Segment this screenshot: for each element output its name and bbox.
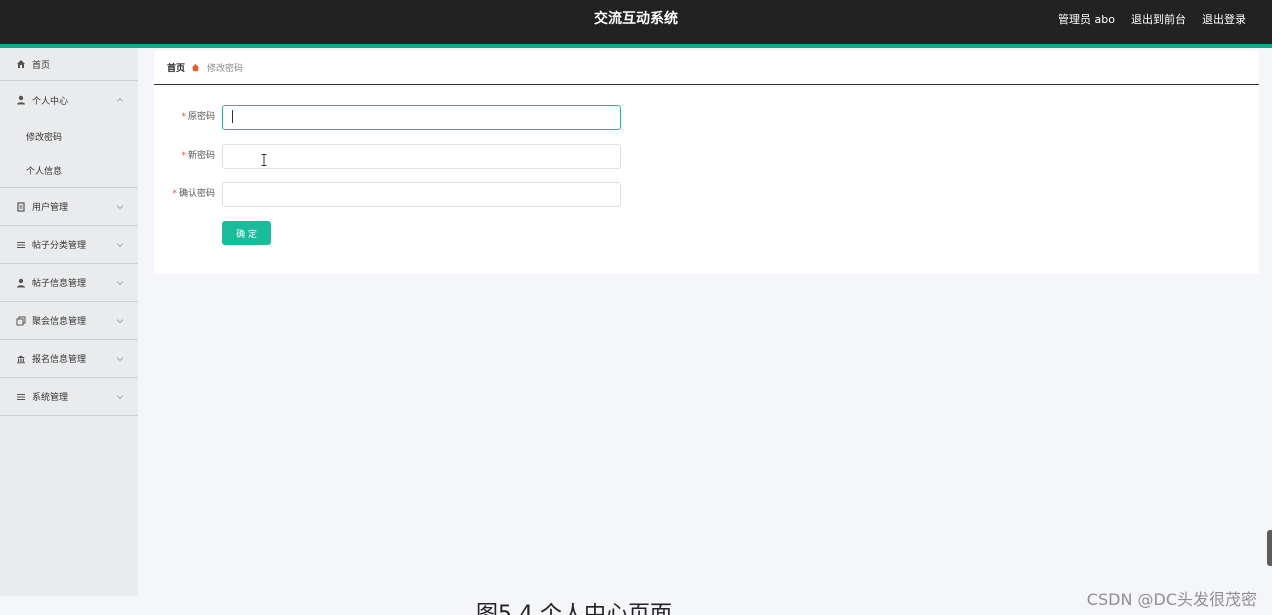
text-caret xyxy=(232,110,233,123)
home-icon xyxy=(15,58,27,70)
sidebar-subitem-change-password[interactable]: 修改密码 xyxy=(0,119,138,153)
sidebar-item-system-mgmt[interactable]: 系统管理 xyxy=(0,378,138,416)
sidebar-item-home[interactable]: 首页 xyxy=(0,48,138,81)
sidebar: 首页 个人中心 修改密码 个人信息 用户管理 帖子分类管理 帖子信息管理 聚会信… xyxy=(0,48,138,596)
sidebar-item-label: 帖子信息管理 xyxy=(32,279,87,289)
exit-to-front-link[interactable]: 退出到前台 xyxy=(1131,11,1186,27)
change-password-card: 首页 修改密码 * 原密码 * 新密码 * 确认密码 确 定 xyxy=(154,51,1259,274)
required-mark: * xyxy=(181,112,186,122)
user-icon xyxy=(15,277,27,289)
confirm-password-label: * 确认密码 xyxy=(154,182,215,207)
old-password-label-text: 原密码 xyxy=(187,112,215,122)
chevron-down-icon xyxy=(115,240,125,250)
top-links: 管理员 abo 退出到前台 退出登录 xyxy=(1058,0,1246,38)
chevron-down-icon xyxy=(115,202,125,212)
list-icon xyxy=(15,391,27,403)
sidebar-item-user-mgmt[interactable]: 用户管理 xyxy=(0,188,138,226)
breadcrumb-home[interactable]: 首页 xyxy=(167,61,185,74)
chevron-down-icon xyxy=(115,278,125,288)
breadcrumb-home-icon xyxy=(191,63,201,73)
confirm-password-label-text: 确认密码 xyxy=(178,189,215,199)
copy-icon xyxy=(15,315,27,327)
sidebar-item-gathering-info-mgmt[interactable]: 聚会信息管理 xyxy=(0,302,138,340)
user-icon xyxy=(15,94,27,106)
top-bar-accent-line xyxy=(0,44,1272,48)
breadcrumb-current: 修改密码 xyxy=(207,64,244,74)
sidebar-item-label: 个人中心 xyxy=(32,96,69,107)
old-password-input[interactable] xyxy=(222,105,621,130)
sidebar-item-signup-info-mgmt[interactable]: 报名信息管理 xyxy=(0,340,138,378)
sidebar-item-label: 帖子分类管理 xyxy=(32,241,87,251)
required-mark: * xyxy=(181,151,186,161)
sidebar-item-label: 首页 xyxy=(32,60,51,71)
old-password-row: * 原密码 xyxy=(154,105,634,130)
ibeam-cursor-icon xyxy=(261,151,267,166)
logout-link[interactable]: 退出登录 xyxy=(1202,11,1246,27)
old-password-label: * 原密码 xyxy=(154,105,215,130)
required-mark: * xyxy=(172,189,177,199)
sidebar-item-post-category-mgmt[interactable]: 帖子分类管理 xyxy=(0,226,138,264)
confirm-password-row: * 确认密码 xyxy=(154,182,634,207)
sidebar-item-label: 报名信息管理 xyxy=(32,355,87,365)
sidebar-subitem-personal-info[interactable]: 个人信息 xyxy=(0,153,138,187)
chevron-up-icon xyxy=(115,95,125,105)
chevron-down-icon xyxy=(115,392,125,402)
sidebar-item-personal-center[interactable]: 个人中心 xyxy=(0,81,138,119)
figure-caption: 图5.4 个人中心页面 xyxy=(476,603,672,615)
chevron-down-icon xyxy=(115,316,125,326)
list-icon xyxy=(15,239,27,251)
confirm-password-input[interactable] xyxy=(222,182,621,207)
new-password-label-text: 新密码 xyxy=(187,151,215,161)
side-scroll-handle[interactable] xyxy=(1267,530,1272,566)
user-label: 管理员 abo xyxy=(1058,13,1115,26)
sidebar-group-personal-center: 个人中心 修改密码 个人信息 xyxy=(0,81,138,188)
new-password-row: * 新密码 xyxy=(154,144,634,169)
bank-icon xyxy=(15,353,27,365)
new-password-label: * 新密码 xyxy=(154,144,215,169)
sidebar-item-label: 用户管理 xyxy=(32,203,69,213)
sidebar-item-post-info-mgmt[interactable]: 帖子信息管理 xyxy=(0,264,138,302)
watermark: CSDN @DC头发很茂密 xyxy=(1086,590,1257,609)
sidebar-item-label: 系统管理 xyxy=(32,393,69,403)
sidebar-item-label: 聚会信息管理 xyxy=(32,317,87,327)
new-password-input[interactable] xyxy=(222,144,621,169)
submit-button[interactable]: 确 定 xyxy=(222,221,271,245)
document-icon xyxy=(15,201,27,213)
chevron-down-icon xyxy=(115,354,125,364)
breadcrumb: 首页 修改密码 xyxy=(154,51,1259,85)
